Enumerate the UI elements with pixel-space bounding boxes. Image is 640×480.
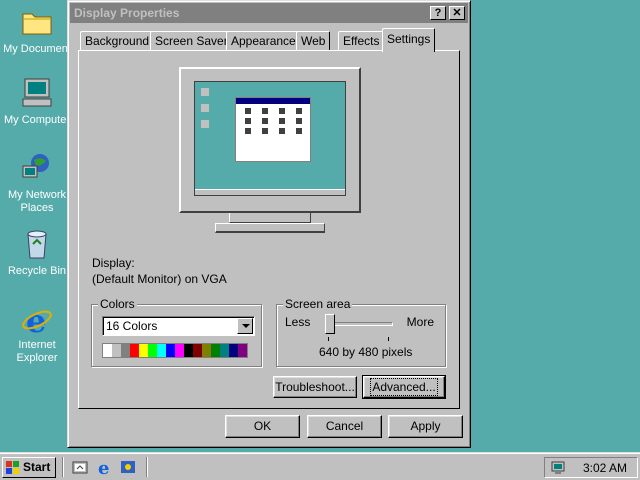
- desktop-icon-label: Internet Explorer: [16, 339, 58, 364]
- screen-area-slider-thumb[interactable]: [325, 314, 335, 334]
- taskbar: Start e 3:02 AM: [0, 452, 640, 480]
- colors-group-label: Colors: [98, 297, 137, 311]
- desktop-icon-internet-explorer[interactable]: e Internet Explorer: [0, 302, 74, 365]
- palette-swatch: [130, 344, 139, 357]
- desktop-icon-label: Recycle Bin: [7, 265, 67, 277]
- ok-button[interactable]: OK: [225, 415, 300, 438]
- desktop-icon-label: My Document: [3, 43, 71, 55]
- close-icon: ✕: [452, 7, 462, 19]
- apply-button[interactable]: Apply: [388, 415, 463, 438]
- palette-swatch: [148, 344, 157, 357]
- colors-select-value: 16 Colors: [106, 319, 158, 333]
- palette-swatch: [220, 344, 229, 357]
- tab-appearance[interactable]: Appearance: [226, 31, 301, 51]
- less-label: Less: [285, 315, 311, 329]
- advanced-button[interactable]: Advanced...: [362, 375, 446, 399]
- desktop-icon-label: My Computer: [3, 114, 71, 126]
- desktop-icon-my-documents[interactable]: My Document: [0, 6, 74, 56]
- apply-button-label: Apply: [410, 419, 441, 433]
- palette-swatch: [238, 344, 247, 357]
- screen-area-group: Screen area Less More 640 by 480 pixels: [276, 297, 446, 367]
- tab-settings[interactable]: Settings: [382, 28, 436, 52]
- window-title: Display Properties: [74, 6, 180, 20]
- settings-panel: Display: (Default Monitor) on VGA Colors…: [78, 50, 460, 409]
- tab-label: Effects: [343, 34, 380, 48]
- svg-text:e: e: [26, 302, 46, 336]
- troubleshoot-button-label: Troubleshoot...: [275, 380, 355, 394]
- start-button[interactable]: Start: [2, 457, 56, 478]
- monitor-stand: [229, 213, 311, 223]
- desktop-icon-my-computer[interactable]: My Computer: [0, 77, 74, 127]
- palette-swatch: [193, 344, 202, 357]
- cancel-button[interactable]: Cancel: [307, 415, 382, 438]
- windows-logo-icon: [6, 461, 19, 474]
- title-bar[interactable]: Display Properties ? ✕: [70, 3, 468, 23]
- monitor-screen: [194, 81, 346, 196]
- ok-button-label: OK: [253, 419, 272, 433]
- palette-swatch: [103, 344, 112, 357]
- tab-label: Web: [301, 34, 326, 48]
- troubleshoot-button[interactable]: Troubleshoot...: [273, 376, 357, 398]
- slider-tick: [328, 337, 329, 341]
- show-desktop-icon[interactable]: [72, 459, 88, 475]
- advanced-button-label: Advanced...: [370, 378, 438, 396]
- colors-select[interactable]: 16 Colors: [102, 316, 255, 336]
- slider-tick: [388, 337, 389, 341]
- more-label: More: [406, 315, 434, 329]
- display-value: (Default Monitor) on VGA: [92, 272, 227, 286]
- clock[interactable]: 3:02 AM: [583, 461, 627, 475]
- channels-icon[interactable]: [120, 459, 136, 475]
- display-label: Display:: [92, 256, 135, 270]
- screen-area-group-label: Screen area: [283, 297, 353, 311]
- monitor-preview: [179, 67, 361, 213]
- palette-swatch: [157, 344, 166, 357]
- palette-swatch: [166, 344, 175, 357]
- computer-icon: [20, 77, 54, 111]
- chevron-down-icon[interactable]: [237, 318, 253, 334]
- preview-window: [235, 97, 311, 162]
- palette-swatch: [121, 344, 130, 357]
- cancel-button-label: Cancel: [325, 419, 364, 433]
- close-button[interactable]: ✕: [449, 6, 465, 20]
- desktop-icon-my-network-places[interactable]: My Network Places: [0, 152, 74, 215]
- tab-background[interactable]: Background: [80, 31, 155, 51]
- taskbar-separator: [62, 457, 64, 477]
- system-tray: 3:02 AM: [544, 457, 638, 478]
- palette-swatch: [229, 344, 238, 357]
- tab-screen-saver[interactable]: Screen Saver: [150, 31, 233, 51]
- display-tray-icon[interactable]: [550, 460, 566, 476]
- tab-label: Background: [85, 34, 150, 48]
- ie-quick-launch-icon[interactable]: e: [96, 457, 114, 479]
- start-label: Start: [23, 460, 51, 474]
- tab-label: Settings: [387, 32, 431, 46]
- svg-text:e: e: [98, 458, 109, 477]
- desktop-icon-recycle-bin[interactable]: Recycle Bin: [0, 228, 74, 278]
- monitor-base: [215, 223, 325, 233]
- screen-area-value: 640 by 480 pixels: [319, 345, 413, 359]
- desktop-icon-label: My Network Places: [7, 189, 67, 214]
- network-icon: [20, 152, 54, 186]
- slider-track[interactable]: [325, 322, 393, 326]
- palette-swatch: [184, 344, 193, 357]
- palette-swatch: [112, 344, 121, 357]
- palette-swatch: [139, 344, 148, 357]
- tab-label: Appearance: [231, 34, 296, 48]
- recycle-bin-icon: [20, 228, 54, 262]
- palette-swatch: [211, 344, 220, 357]
- tab-effects[interactable]: Effects: [338, 31, 385, 51]
- color-palette-strip: [102, 343, 248, 358]
- folder-icon: [20, 6, 54, 40]
- help-icon: ?: [434, 7, 442, 19]
- display-properties-window: Display Properties ? ✕ Background Screen…: [67, 0, 471, 448]
- help-button[interactable]: ?: [430, 6, 446, 20]
- palette-swatch: [202, 344, 211, 357]
- tab-label: Screen Saver: [155, 34, 228, 48]
- taskbar-separator: [146, 457, 148, 477]
- ie-icon: e: [20, 302, 54, 340]
- palette-swatch: [175, 344, 184, 357]
- tab-web[interactable]: Web: [296, 31, 331, 51]
- colors-group: Colors 16 Colors: [91, 297, 262, 367]
